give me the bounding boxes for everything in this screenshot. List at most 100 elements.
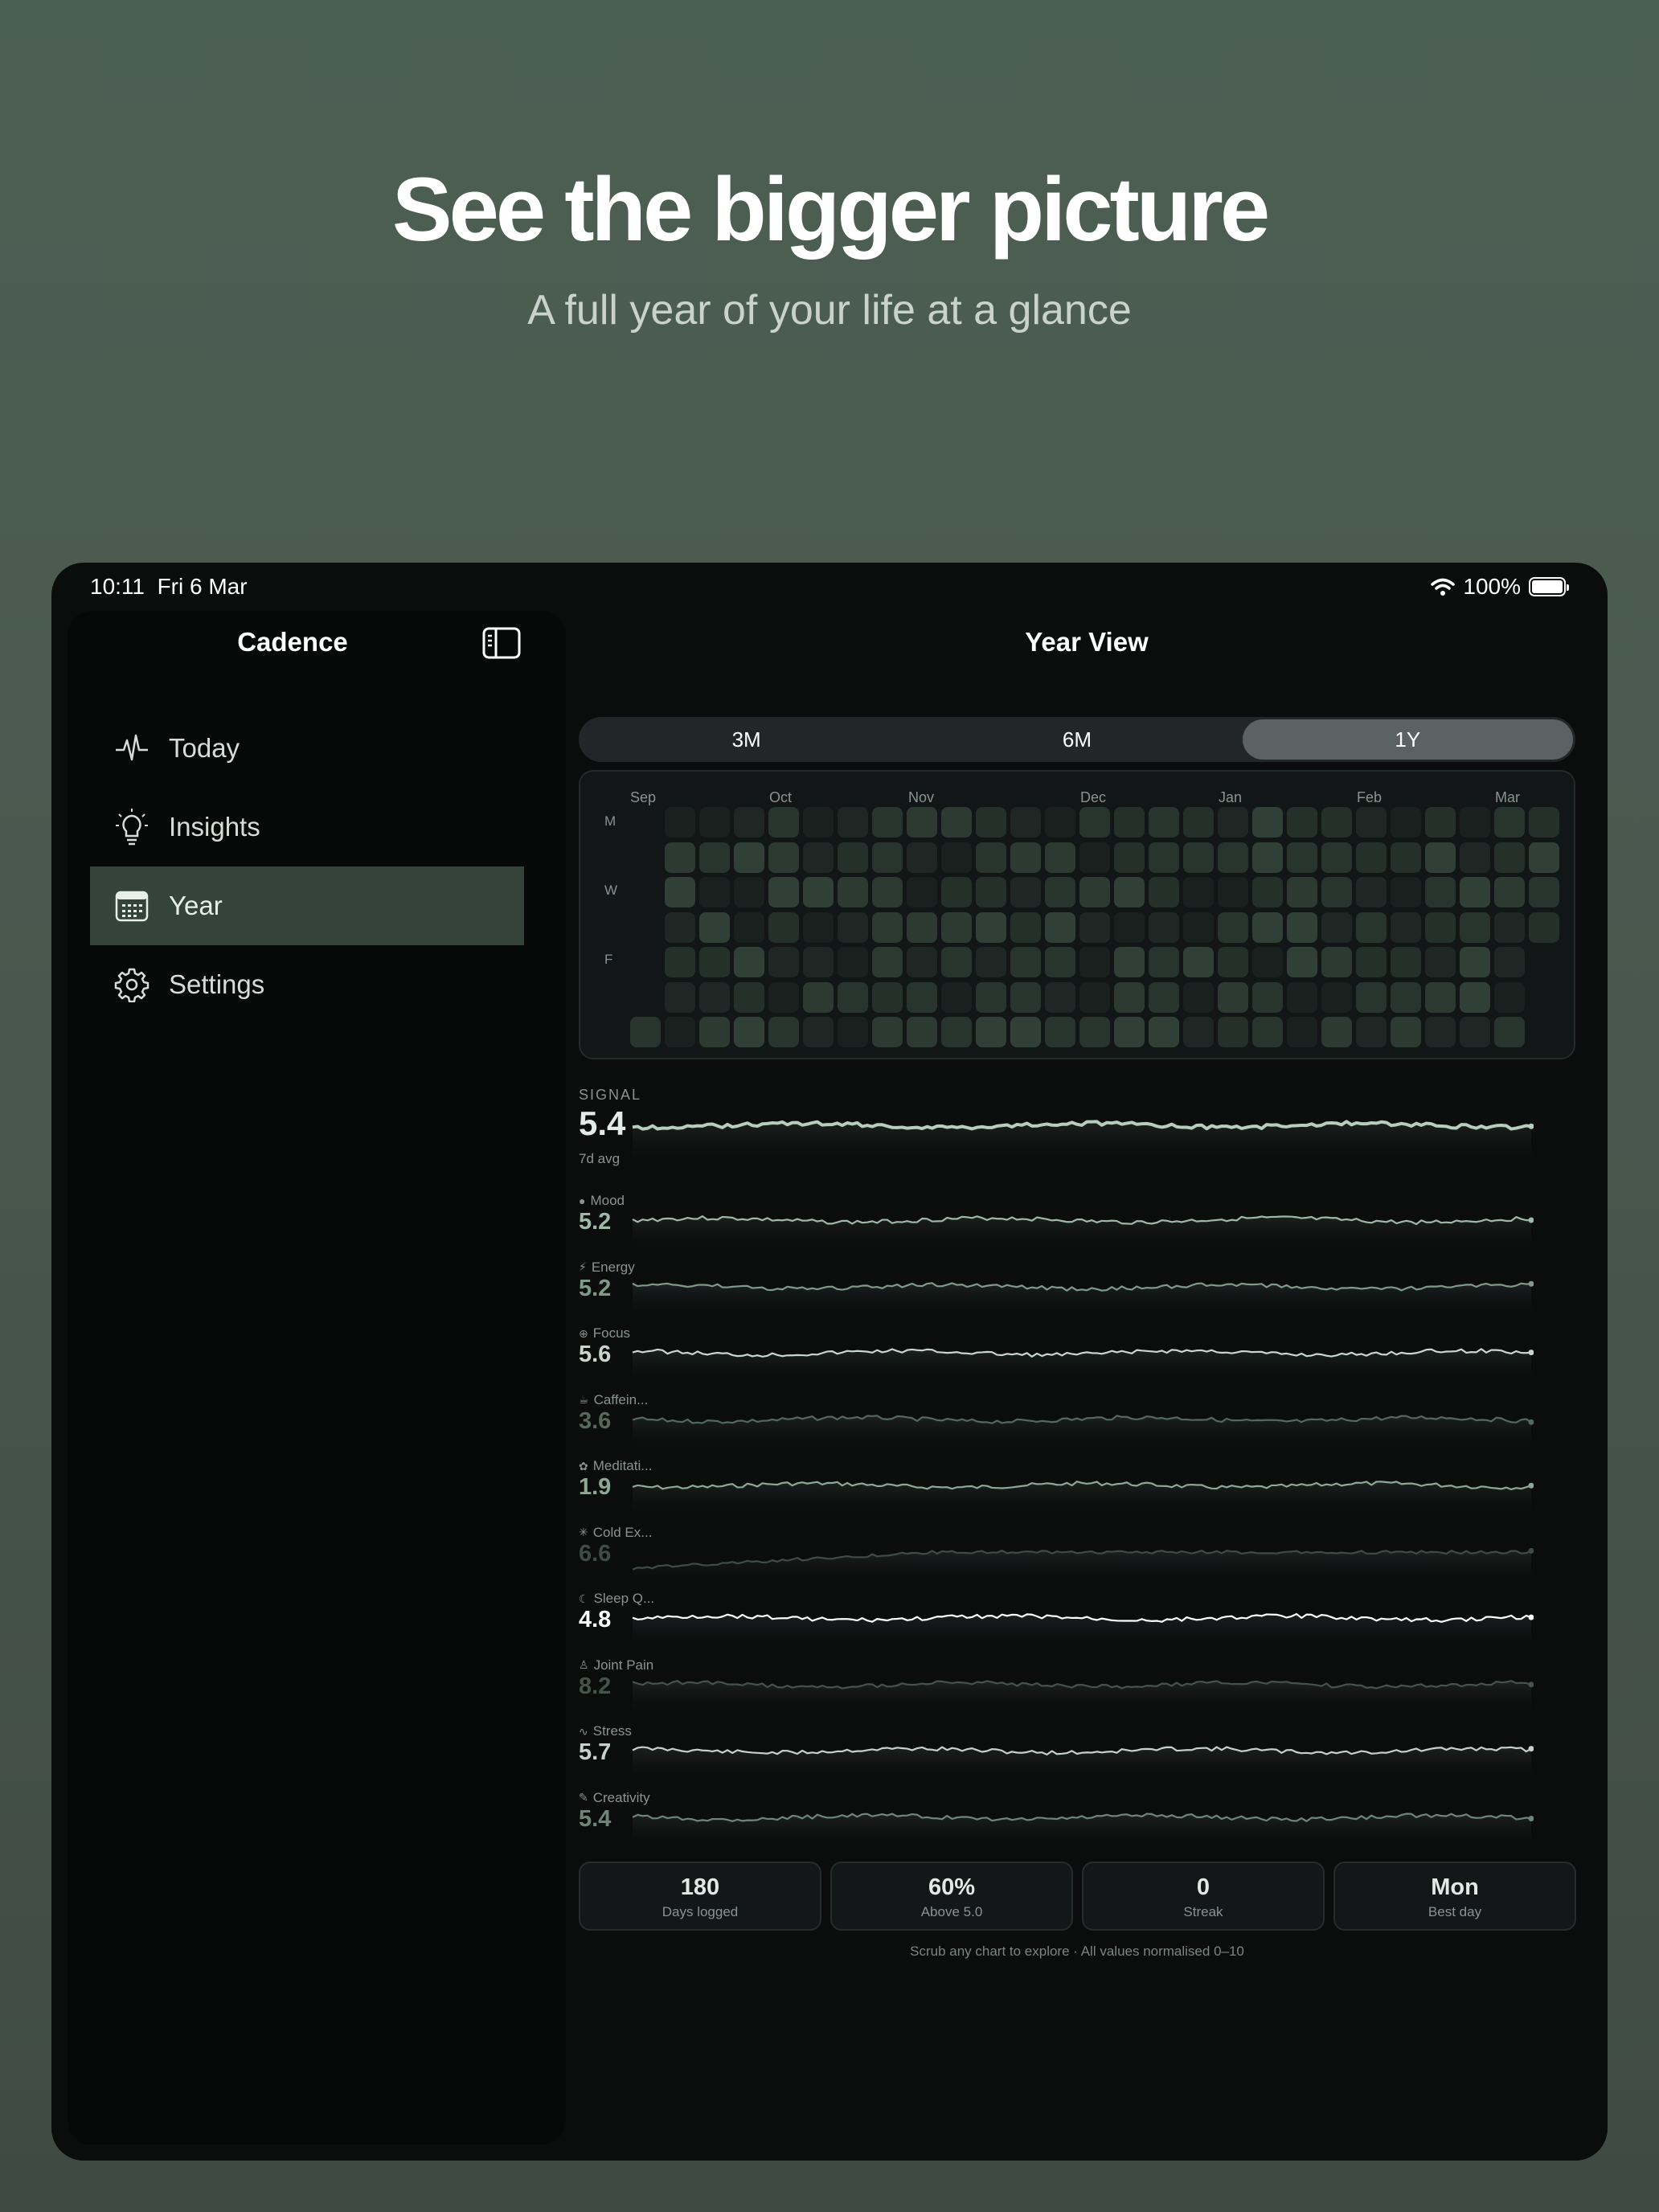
metric-sparkline[interactable] <box>630 1198 1534 1254</box>
heatmap-day-cell[interactable] <box>768 911 799 943</box>
heatmap-day-cell[interactable] <box>665 911 695 943</box>
heatmap-day-cell[interactable] <box>803 981 834 1013</box>
heatmap-day-cell[interactable] <box>1149 1017 1179 1047</box>
metric-sparkline[interactable] <box>630 1728 1534 1784</box>
heatmap-day-cell[interactable] <box>1321 842 1352 873</box>
heatmap-day-cell[interactable] <box>699 911 730 943</box>
heatmap-day-cell[interactable] <box>1149 807 1179 838</box>
heatmap-day-cell[interactable] <box>803 1017 834 1047</box>
heatmap-day-cell[interactable] <box>838 1017 868 1047</box>
metric-sparkline[interactable] <box>630 1596 1534 1652</box>
heatmap-day-cell[interactable] <box>1045 911 1075 943</box>
heatmap-day-cell[interactable] <box>734 911 764 943</box>
heatmap-day-cell[interactable] <box>1425 807 1456 838</box>
heatmap-day-cell[interactable] <box>665 981 695 1013</box>
heatmap-day-cell[interactable] <box>1183 911 1214 943</box>
metric-sparkline[interactable] <box>630 1795 1534 1851</box>
heatmap-day-cell[interactable] <box>1356 947 1387 977</box>
heatmap-day-cell[interactable] <box>1391 911 1421 943</box>
heatmap-day-cell[interactable] <box>907 1017 937 1047</box>
heatmap-day-cell[interactable] <box>907 981 937 1013</box>
heatmap-day-cell[interactable] <box>838 911 868 943</box>
heatmap-day-cell[interactable] <box>1149 947 1179 977</box>
heatmap-day-cell[interactable] <box>976 911 1006 943</box>
heatmap-day-cell[interactable] <box>699 1017 730 1047</box>
heatmap-day-cell[interactable] <box>1079 877 1110 907</box>
heatmap-day-cell[interactable] <box>1010 1017 1041 1047</box>
heatmap-day-cell[interactable] <box>1321 981 1352 1013</box>
signal-sparkline[interactable] <box>630 1106 1534 1170</box>
heatmap-day-cell[interactable] <box>1425 877 1456 907</box>
sidebar-item-settings[interactable]: Settings <box>90 945 524 1024</box>
heatmap-day-cell[interactable] <box>734 947 764 977</box>
heatmap-day-cell[interactable] <box>1321 947 1352 977</box>
heatmap-day-cell[interactable] <box>941 807 972 838</box>
heatmap-day-cell[interactable] <box>1460 807 1490 838</box>
metric-sparkline[interactable] <box>630 1463 1534 1519</box>
metric-sparkline[interactable] <box>630 1264 1534 1321</box>
heatmap-day-cell[interactable] <box>803 877 834 907</box>
heatmap-day-cell[interactable] <box>872 947 903 977</box>
heatmap-day-cell[interactable] <box>1149 911 1179 943</box>
metric-sparkline[interactable] <box>630 1397 1534 1453</box>
heatmap-day-cell[interactable] <box>976 842 1006 873</box>
heatmap-day-cell[interactable] <box>1114 807 1145 838</box>
sidebar-item-insights[interactable]: Insights <box>90 788 524 866</box>
heatmap-day-cell[interactable] <box>1183 807 1214 838</box>
sidebar-toggle-icon[interactable] <box>482 627 521 659</box>
heatmap-day-cell[interactable] <box>1079 981 1110 1013</box>
heatmap-day-cell[interactable] <box>768 947 799 977</box>
heatmap-day-cell[interactable] <box>1183 947 1214 977</box>
heatmap-day-cell[interactable] <box>907 807 937 838</box>
heatmap-day-cell[interactable] <box>1045 877 1075 907</box>
heatmap-day-cell[interactable] <box>1252 842 1283 873</box>
heatmap-day-cell[interactable] <box>665 877 695 907</box>
heatmap-day-cell[interactable] <box>1079 807 1110 838</box>
heatmap-day-cell[interactable] <box>665 947 695 977</box>
heatmap-day-cell[interactable] <box>1391 842 1421 873</box>
heatmap-day-cell[interactable] <box>1149 877 1179 907</box>
heatmap-day-cell[interactable] <box>734 877 764 907</box>
heatmap-day-cell[interactable] <box>1425 981 1456 1013</box>
heatmap-day-cell[interactable] <box>768 877 799 907</box>
heatmap-day-cell[interactable] <box>1045 842 1075 873</box>
heatmap-day-cell[interactable] <box>1252 877 1283 907</box>
heatmap-day-cell[interactable] <box>941 1017 972 1047</box>
heatmap-day-cell[interactable] <box>941 877 972 907</box>
heatmap-day-cell[interactable] <box>1079 842 1110 873</box>
heatmap-day-cell[interactable] <box>1460 842 1490 873</box>
heatmap-day-cell[interactable] <box>1218 842 1248 873</box>
heatmap-day-cell[interactable] <box>1010 877 1041 907</box>
heatmap-day-cell[interactable] <box>734 842 764 873</box>
year-heatmap[interactable]: Sep Oct Nov Dec Jan Feb Mar M W F <box>579 770 1575 1059</box>
heatmap-day-cell[interactable] <box>699 947 730 977</box>
heatmap-day-cell[interactable] <box>1252 981 1283 1013</box>
heatmap-day-cell[interactable] <box>665 807 695 838</box>
heatmap-day-cell[interactable] <box>1287 911 1317 943</box>
heatmap-day-cell[interactable] <box>941 947 972 977</box>
heatmap-day-cell[interactable] <box>803 807 834 838</box>
heatmap-day-cell[interactable] <box>1494 911 1525 943</box>
heatmap-day-cell[interactable] <box>872 1017 903 1047</box>
heatmap-day-cell[interactable] <box>1252 911 1283 943</box>
heatmap-day-cell[interactable] <box>838 947 868 977</box>
heatmap-day-cell[interactable] <box>1010 947 1041 977</box>
heatmap-day-cell[interactable] <box>872 981 903 1013</box>
heatmap-day-cell[interactable] <box>1114 842 1145 873</box>
heatmap-day-cell[interactable] <box>838 877 868 907</box>
heatmap-day-cell[interactable] <box>1287 877 1317 907</box>
heatmap-day-cell[interactable] <box>1218 911 1248 943</box>
heatmap-day-cell[interactable] <box>907 947 937 977</box>
heatmap-day-cell[interactable] <box>907 877 937 907</box>
heatmap-day-cell[interactable] <box>1045 947 1075 977</box>
heatmap-day-cell[interactable] <box>1287 1017 1317 1047</box>
heatmap-day-cell[interactable] <box>1010 981 1041 1013</box>
heatmap-day-cell[interactable] <box>872 911 903 943</box>
heatmap-day-cell[interactable] <box>1252 807 1283 838</box>
heatmap-day-cell[interactable] <box>1356 807 1387 838</box>
heatmap-day-cell[interactable] <box>1149 842 1179 873</box>
heatmap-day-cell[interactable] <box>1356 1017 1387 1047</box>
heatmap-day-cell[interactable] <box>976 1017 1006 1047</box>
heatmap-day-cell[interactable] <box>976 807 1006 838</box>
heatmap-day-cell[interactable] <box>1079 1017 1110 1047</box>
